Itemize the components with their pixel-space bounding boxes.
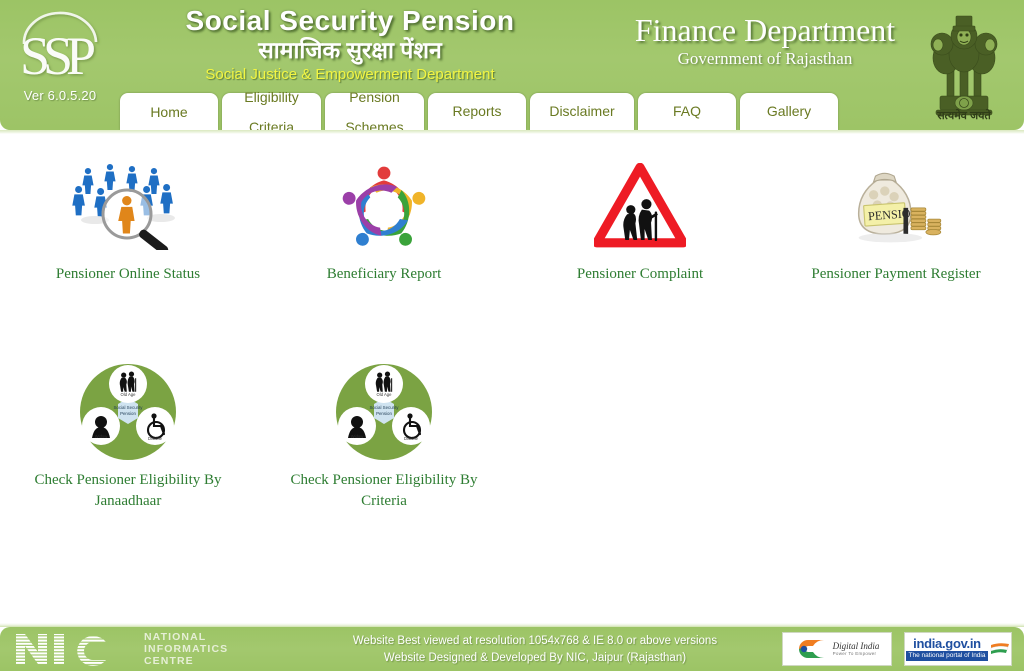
tile-pensioner-payment-register[interactable]: PENSION Pensioner Payment Register: [768, 160, 1024, 285]
department-title: Finance Department: [634, 12, 896, 48]
digital-india-logo[interactable]: Digital India Power To Empower: [782, 632, 892, 666]
india-gov-label: india.gov.in: [913, 636, 981, 651]
footer-note: Website Best viewed at resolution 1054x7…: [300, 633, 770, 667]
site-subtitle: Social Justice & Empowerment Department: [205, 66, 495, 83]
tab-faq-label: FAQ: [672, 103, 701, 119]
site-title-block: Social Security Pension सामाजिक सुरक्षा …: [120, 6, 580, 85]
emblem-caption: सत्यमेव जयते: [937, 110, 991, 122]
people-search-icon: [69, 160, 187, 252]
svg-text:Social Security: Social Security: [369, 405, 399, 410]
nic-wordmark: NATIONAL INFORMATICS CENTRE: [144, 631, 228, 667]
svg-text:Social Security: Social Security: [113, 405, 143, 410]
eligibility-circle-icon: Social Security Pension Old Age Widow Di…: [331, 364, 437, 460]
main-navigation: Home Eligibility Criteria Pension Schemes …: [120, 89, 842, 131]
people-star-icon: [338, 160, 430, 252]
digital-india-label: Digital India: [832, 641, 880, 651]
tab-home[interactable]: Home: [120, 93, 218, 130]
svg-text:Disable: Disable: [404, 436, 419, 441]
digital-india-sub: Power To Empower: [832, 651, 877, 656]
svg-text:P: P: [66, 26, 96, 86]
tab-gallery-label: Gallery: [766, 103, 812, 119]
nic-logo-block[interactable]: NATIONAL INFORMATICS CENTRE: [14, 630, 228, 668]
tile-label: Check Pensioner Eligibility By Janaadhaa…: [34, 472, 222, 509]
footer-note-line-1: Website Best viewed at resolution 1054x7…: [352, 635, 718, 647]
tile-row-2: Social Security Pension Old Age Widow Di…: [0, 364, 1024, 512]
nic-line-2: INFORMATICS: [144, 643, 229, 655]
nic-logo-icon: [16, 634, 106, 666]
eligibility-label-old-age: Old Age: [121, 392, 137, 397]
tile-row-1: Pensioner Online Status Beneficiary Repo…: [0, 160, 1024, 285]
tab-disclaimer-label: Disclaimer: [549, 103, 615, 119]
tab-disclaimer[interactable]: Disclaimer: [530, 93, 634, 130]
tab-gallery[interactable]: Gallery: [740, 93, 838, 130]
page-root: S S P Ver 6.0.5.20 Social Security Pensi…: [0, 0, 1024, 671]
digital-india-icon: [798, 639, 824, 659]
svg-text:Widow: Widow: [351, 434, 365, 439]
tile-pensioner-complaint[interactable]: Pensioner Complaint: [512, 160, 768, 285]
tile-label: Beneficiary Report: [326, 266, 442, 282]
eligibility-circle-icon: Social Security Pension Old Age Widow Di…: [75, 364, 181, 460]
ssp-logo-block[interactable]: S S P Ver 6.0.5.20: [4, 4, 116, 126]
india-gov-sub: The national portal of India: [905, 651, 989, 661]
footer-note-line-2: Website Designed & Developed By NIC, Jai…: [383, 652, 687, 664]
pension-money-bag-icon: PENSION: [840, 160, 952, 252]
tile-check-eligibility-criteria[interactable]: Social Security Pension Old Age Widow Di…: [256, 364, 512, 512]
department-title-block: Finance Department Government of Rajasth…: [600, 12, 930, 70]
tile-check-eligibility-janaadhaar[interactable]: Social Security Pension Old Age Widow Di…: [0, 364, 256, 512]
tile-pensioner-online-status[interactable]: Pensioner Online Status: [0, 160, 256, 285]
eligibility-label-disable: Disable: [148, 436, 163, 441]
indian-flag-icon: [991, 643, 1010, 654]
tab-reports[interactable]: Reports: [428, 93, 526, 130]
svg-text:Pension: Pension: [120, 411, 136, 416]
tile-label: Pensioner Online Status: [55, 266, 201, 282]
tile-label: Pensioner Payment Register: [811, 266, 981, 282]
tab-faq[interactable]: FAQ: [638, 93, 736, 130]
tab-pension-schemes[interactable]: Pension Schemes: [325, 89, 424, 131]
site-title-hindi: सामाजिक सुरक्षा पेंशन: [258, 37, 442, 63]
version-text: Ver 6.0.5.20: [23, 88, 97, 103]
svg-text:Pension: Pension: [376, 411, 392, 416]
tab-pension-schemes-label: Pension Schemes: [345, 89, 404, 131]
site-footer: NATIONAL INFORMATICS CENTRE Website Best…: [0, 627, 1024, 671]
tab-home-label: Home: [150, 104, 188, 120]
tab-eligibility-criteria-label: Eligibility Criteria: [244, 89, 299, 131]
main-content: Pensioner Online Status Beneficiary Repo…: [0, 134, 1024, 613]
department-subtitle: Government of Rajasthan: [677, 49, 853, 68]
nic-line-3: CENTRE: [144, 655, 194, 667]
site-title: Social Security Pension: [185, 5, 515, 36]
india-gov-logo[interactable]: india.gov.in The national portal of Indi…: [904, 632, 1012, 666]
tab-eligibility-criteria[interactable]: Eligibility Criteria: [222, 89, 321, 131]
svg-text:Old Age: Old Age: [377, 392, 393, 397]
tile-beneficiary-report[interactable]: Beneficiary Report: [256, 160, 512, 285]
site-header: S S P Ver 6.0.5.20 Social Security Pensi…: [0, 0, 1024, 130]
footer-logos: Digital India Power To Empower india.gov…: [782, 632, 1012, 666]
tile-label: Check Pensioner Eligibility By Criteria: [290, 472, 478, 509]
tab-reports-label: Reports: [452, 103, 502, 119]
tile-label: Pensioner Complaint: [576, 266, 704, 282]
nic-line-1: NATIONAL: [144, 631, 207, 643]
elderly-warning-sign-icon: [594, 160, 686, 252]
ssp-logo-icon: S S P: [20, 11, 98, 86]
eligibility-label-widow: Widow: [95, 434, 109, 439]
